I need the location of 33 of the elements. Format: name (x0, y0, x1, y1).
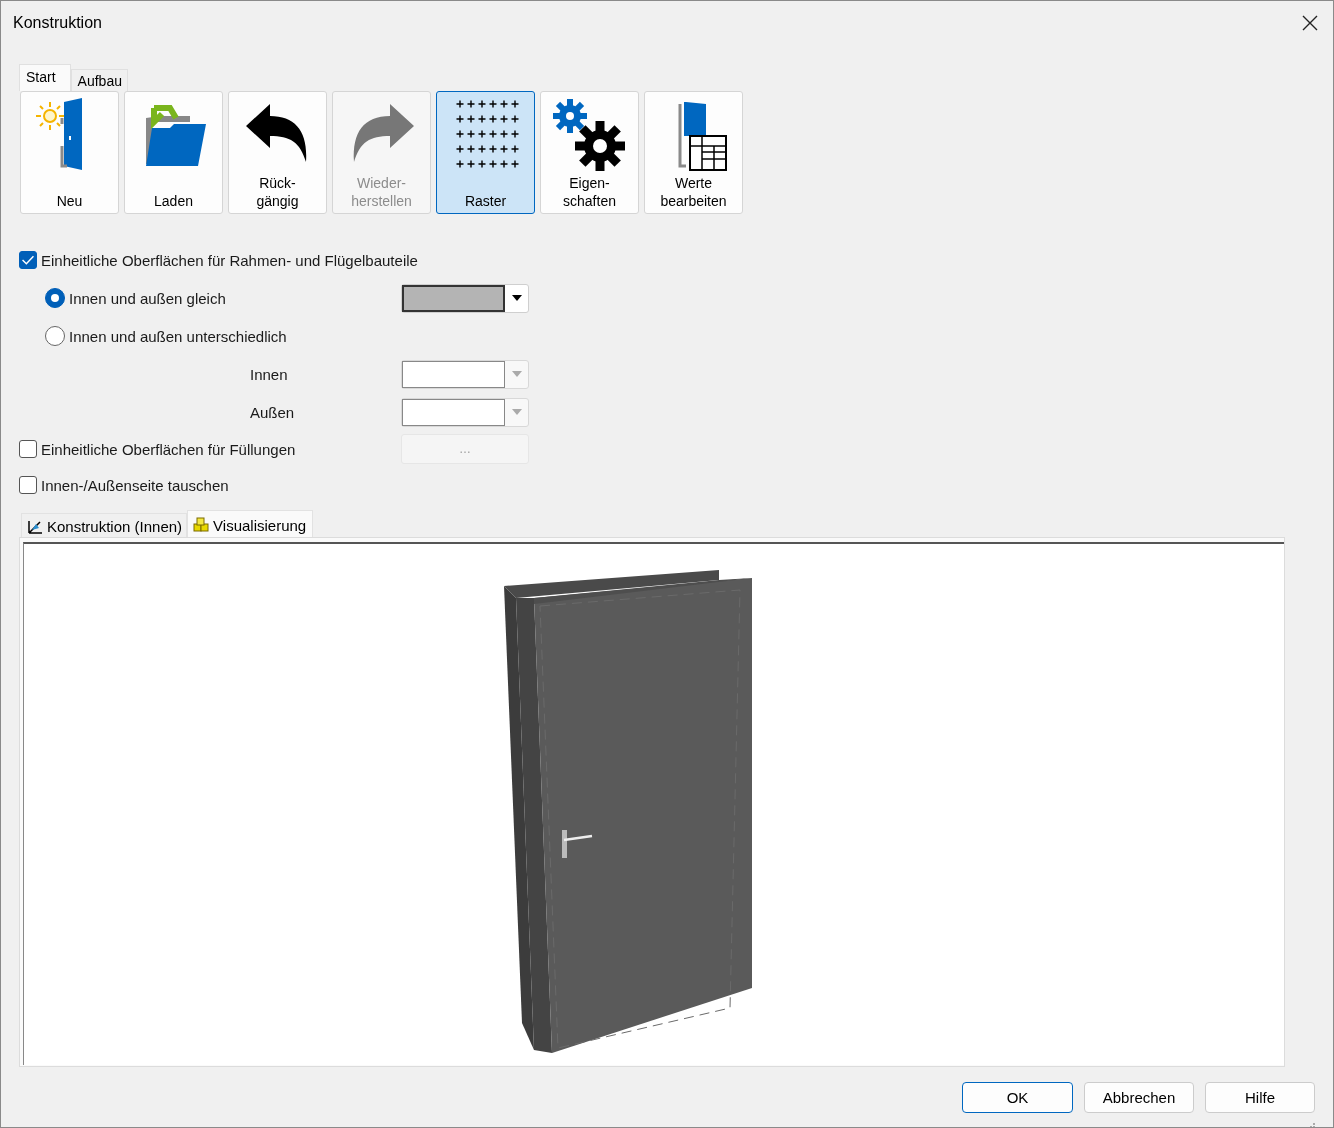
radio-button[interactable] (45, 326, 65, 346)
caret-icon (511, 371, 522, 377)
ribbon-tab[interactable]: Aufbau (70, 69, 128, 91)
checkbox[interactable] (19, 476, 37, 494)
caret-icon (511, 295, 522, 301)
checkbox[interactable] (19, 251, 37, 269)
view-tab[interactable]: Konstruktion (Innen) (21, 513, 188, 537)
field-label: Innen (250, 365, 288, 383)
view-tab[interactable]: Visualisierung (187, 510, 314, 537)
cubes-icon (193, 517, 210, 533)
close-icon (1302, 15, 1318, 31)
dialog-button[interactable]: Abbrechen (1084, 1082, 1194, 1113)
toolbar-button[interactable]: Rück- gängig (228, 91, 327, 214)
checkbox-label: Einheitliche Oberflächen für Rahmen- und Flügelbauteile (41, 251, 418, 269)
drafting-icon (27, 518, 43, 535)
window-title: Konstruktion (13, 14, 102, 32)
toolbar-button[interactable]: Raster (436, 91, 535, 214)
color-dropdown[interactable] (401, 283, 529, 313)
radio-label: Innen und außen unterschiedlich (69, 327, 287, 345)
dialog-button[interactable]: Hilfe (1205, 1082, 1315, 1113)
ribbon-tab[interactable]: Start (19, 64, 71, 91)
radio-label: Innen und außen gleich (69, 289, 226, 307)
checkbox-label: Innen-/Außenseite tauschen (41, 476, 229, 494)
toolbar-button[interactable]: Neu (20, 91, 119, 214)
field-label: Außen (250, 403, 295, 421)
checkmark-icon (22, 255, 34, 265)
toolbar-button[interactable]: Werte bearbeiten (644, 91, 743, 214)
caret-icon (511, 409, 522, 415)
toolbar-button[interactable]: Eigen- schaften (540, 91, 639, 214)
checkbox-label: Einheitliche Oberflächen für Füllungen (41, 440, 296, 458)
radio-button[interactable] (45, 288, 65, 308)
dialog-button[interactable]: OK (962, 1082, 1073, 1113)
toolbar-button[interactable]: Laden (124, 91, 223, 214)
